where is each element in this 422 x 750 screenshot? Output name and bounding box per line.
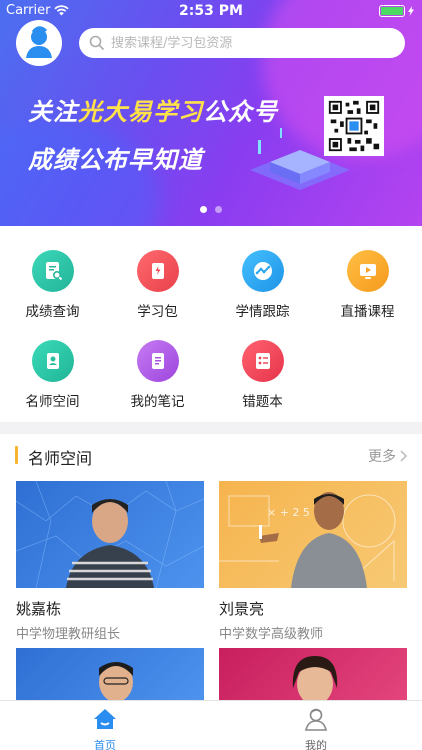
home-screen: Carrier 2:53 PM 搜索课程/学习包资源 关注 光大易学习 公众号 … (0, 0, 422, 750)
chevron-right-icon (400, 450, 408, 462)
tab-label: 我的 (305, 739, 327, 750)
charging-icon (408, 6, 414, 16)
search-input[interactable] (111, 35, 391, 51)
grid-item-score-query[interactable]: 成绩查询 (0, 250, 105, 320)
battery-icon (379, 5, 414, 17)
feature-grid: 成绩查询 学习包 学情跟踪 直播课程 名师空间 我的笔记 错题本 (0, 226, 422, 422)
tab-bar: 首页 我的 (0, 700, 422, 750)
teacher-photo (16, 481, 204, 588)
teacher-photo: × + 2 5 (219, 481, 407, 588)
carousel-dot[interactable] (215, 206, 222, 213)
live-play-icon (346, 250, 389, 292)
grid-item-learning-track[interactable]: 学情跟踪 (210, 250, 315, 320)
grid-item-label: 名师空间 (25, 394, 80, 410)
teacher-name: 姚嘉栋 (16, 600, 62, 618)
teacher-id-icon (31, 340, 74, 382)
user-avatar-icon (26, 26, 52, 58)
teacher-card[interactable] (16, 648, 204, 700)
grid-item-label: 学情跟踪 (235, 304, 290, 320)
search-icon (89, 35, 105, 51)
grid-item-mistake-book[interactable]: 错题本 (210, 340, 315, 410)
teacher-card[interactable]: × + 2 5 刘景亮 中学数学高级教师 (219, 481, 407, 642)
report-search-icon (31, 250, 74, 292)
tab-profile[interactable]: 我的 (286, 707, 346, 750)
banner-prefix: 关注 (28, 98, 78, 126)
teacher-photo (16, 648, 204, 700)
qr-code-icon (324, 96, 384, 156)
carousel-indicator (0, 206, 422, 213)
section-accent-bar (15, 446, 18, 464)
grid-item-label: 我的笔记 (130, 394, 185, 410)
tab-home[interactable]: 首页 (75, 707, 135, 750)
grid-item-label: 错题本 (242, 394, 283, 410)
carousel-dot[interactable] (200, 206, 207, 213)
grid-item-my-notes[interactable]: 我的笔记 (105, 340, 210, 410)
grid-item-teacher-space[interactable]: 名师空间 (0, 340, 105, 410)
banner-subheadline: 成绩公布早知道 (28, 146, 203, 174)
grid-item-label: 学习包 (137, 304, 178, 320)
svg-text:× + 2 5: × + 2 5 (267, 506, 310, 519)
status-bar: Carrier 2:53 PM (0, 0, 422, 22)
clock: 2:53 PM (179, 3, 243, 19)
banner-highlight: 光大易学习 (78, 98, 203, 126)
trend-chart-icon (241, 250, 284, 292)
teacher-photo (219, 648, 407, 700)
teacher-role: 中学数学高级教师 (219, 627, 324, 642)
grid-item-study-pack[interactable]: 学习包 (105, 250, 210, 320)
profile-icon (305, 708, 327, 731)
wrong-list-icon (241, 340, 284, 382)
note-icon (136, 340, 179, 382)
grid-item-label: 直播课程 (340, 304, 395, 320)
grid-item-live-course[interactable]: 直播课程 (315, 250, 420, 320)
teacher-card[interactable]: 姚嘉栋 中学物理教研组长 (16, 481, 204, 642)
section-divider (0, 422, 422, 434)
search-bar[interactable] (79, 28, 405, 58)
more-label: 更多 (368, 449, 396, 465)
teacher-role: 中学物理教研组长 (16, 627, 121, 642)
more-link[interactable]: 更多 (368, 446, 408, 466)
section-header: 名师空间 更多 (0, 434, 422, 480)
tab-label: 首页 (94, 739, 116, 750)
grid-item-label: 成绩查询 (25, 304, 80, 320)
banner-carousel[interactable]: Carrier 2:53 PM 搜索课程/学习包资源 关注 光大易学习 公众号 … (0, 0, 422, 226)
section-title: 名师空间 (28, 449, 93, 468)
teacher-card[interactable] (219, 648, 407, 700)
home-icon (94, 709, 116, 729)
avatar[interactable] (16, 20, 62, 66)
study-pack-icon (136, 250, 179, 292)
teacher-name: 刘景亮 (219, 600, 265, 618)
